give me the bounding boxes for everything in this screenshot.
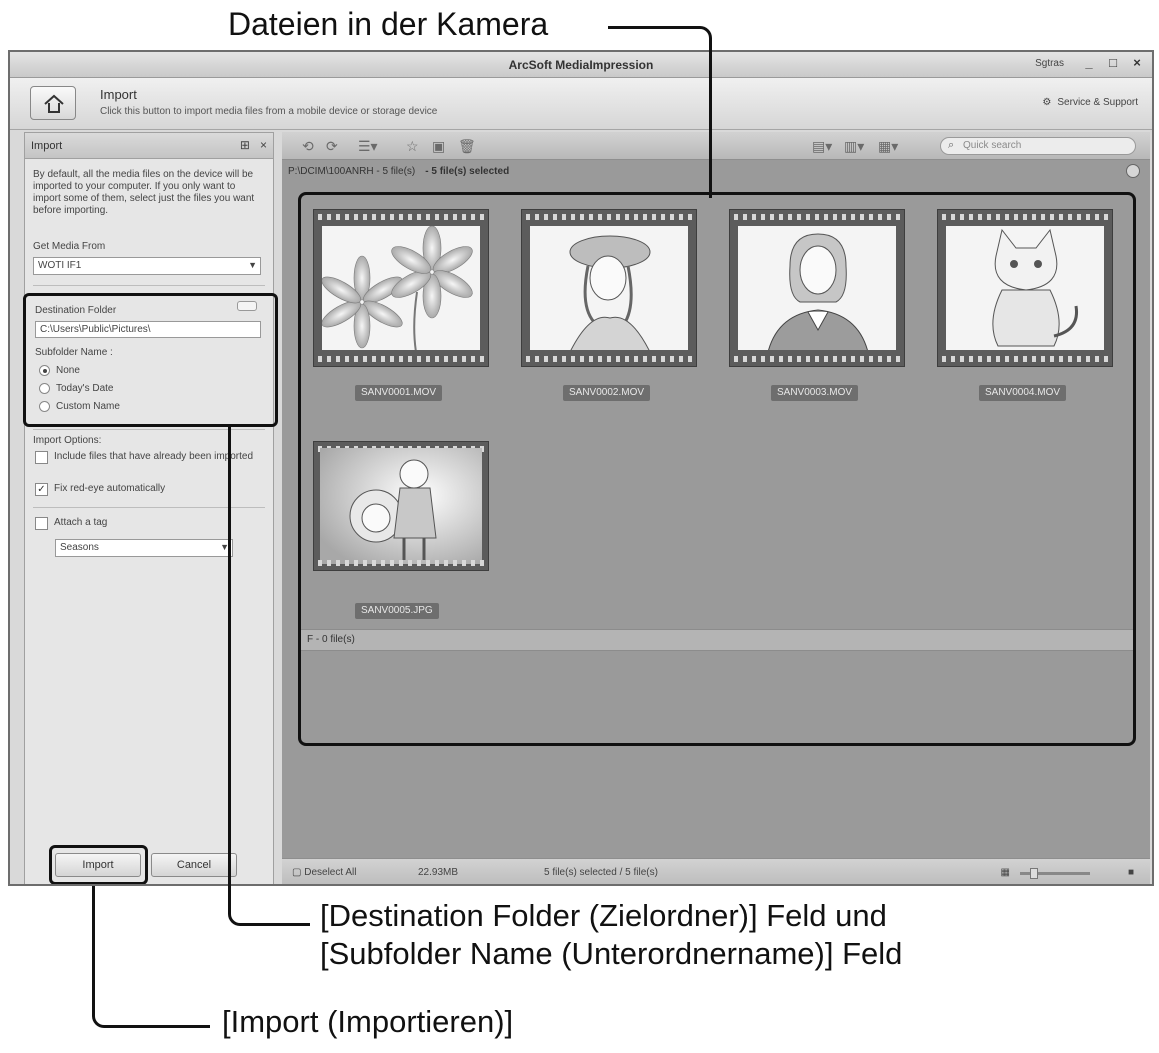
divider (33, 285, 265, 286)
folder-fields-highlight (23, 293, 278, 427)
folder-breadcrumb: P:\DCIM\100ANRH - 5 file(s) - 5 file(s) s… (288, 166, 509, 177)
get-media-label: Get Media From (33, 241, 106, 252)
callout-import-button: [Import (Importieren)] (222, 1004, 514, 1039)
module-header: Import Click this button to import media… (10, 78, 1152, 130)
attach-tag-label: Attach a tag (54, 517, 108, 528)
total-size: 22.93MB (418, 867, 459, 878)
leader-camera-files (608, 26, 712, 198)
folder-path: P:\DCIM\100ANRH - 5 file(s) (288, 166, 416, 177)
thumbnail-image (946, 226, 1104, 350)
callout-folder-fields-line2: [Subfolder Name (Unterordnername)] Feld (320, 936, 903, 971)
import-description: By default, all the media files on the d… (33, 169, 255, 216)
app-title: ArcSoft MediaImpression (508, 58, 654, 72)
import-panel-header: Import ⊞ × (25, 133, 273, 159)
selection-summary: - 5 file(s) selected (425, 166, 510, 177)
rotate-right-icon[interactable]: ⟳ (326, 138, 338, 155)
leader-folder-fields (228, 424, 310, 926)
file-thumbnail[interactable] (729, 209, 905, 367)
large-view-icon[interactable]: ■ (1128, 867, 1134, 878)
deselect-all-label: Deselect All (304, 867, 357, 878)
user-name: Sgtras (1035, 57, 1064, 69)
checkmark-icon: ✓ (35, 483, 48, 496)
selection-status: 5 file(s) selected / 5 file(s) (544, 867, 658, 878)
file-name[interactable]: SANV0005.JPG (355, 603, 439, 619)
file-thumbnail[interactable] (521, 209, 697, 367)
import-panel-title: Import (31, 140, 63, 152)
module-title: Import (100, 87, 137, 102)
minimize-icon[interactable]: _ (1082, 56, 1096, 70)
star-icon[interactable]: ☆ (406, 138, 419, 155)
title-bar: ArcSoft MediaImpression Sgtras _ □ × (10, 52, 1152, 78)
support-icon: ⚙ (1042, 97, 1052, 108)
window-controls: Sgtras _ □ × (1035, 56, 1144, 70)
file-name[interactable]: SANV0003.MOV (771, 385, 859, 401)
option-label: Fix red-eye automatically (54, 483, 166, 494)
panel-header-icons: ⊞ × (240, 138, 267, 152)
checkbox-icon (35, 451, 48, 464)
maximize-icon[interactable]: □ (1106, 56, 1120, 70)
cancel-button[interactable]: Cancel (151, 853, 237, 877)
filter-menu-icon[interactable]: ▥▾ (844, 138, 864, 155)
trash-icon[interactable]: 🗑 (458, 138, 476, 155)
file-thumbnail[interactable] (313, 441, 489, 571)
dock-icon[interactable]: ⊞ (240, 138, 250, 152)
panel-close-icon[interactable]: × (260, 138, 267, 152)
home-button[interactable] (30, 86, 76, 120)
checkbox-icon (35, 517, 48, 530)
search-icon: ⌕ (948, 139, 955, 151)
file-name[interactable]: SANV0004.MOV (979, 385, 1067, 401)
thumbnail-image (322, 226, 480, 350)
search-placeholder: Quick search (963, 140, 1022, 151)
app-window: ArcSoft MediaImpression Sgtras _ □ × Imp… (8, 50, 1154, 886)
option-attach-tag[interactable]: Attach a tag (35, 517, 107, 530)
thumbnail-image (530, 226, 688, 350)
grid-view-icon[interactable]: ▦ (1001, 867, 1010, 878)
thumbnail-size-slider[interactable] (1020, 868, 1090, 879)
file-name[interactable]: SANV0001.MOV (355, 385, 443, 401)
thumbnail-image (738, 226, 896, 350)
option-label: Include files that have already been imp… (54, 451, 254, 462)
callout-camera-files: Dateien in der Kamera (228, 6, 549, 42)
status-bar: ▢ Deselect All 22.93MB 5 file(s) selecte… (282, 858, 1150, 884)
media-toolbar: ⟲ ⟳ ☰▾ ☆ ▣ 🗑 ▤▾ ▥▾ ▦▾ ⌕ Quick search (282, 132, 1150, 160)
media-browser: ⟲ ⟳ ☰▾ ☆ ▣ 🗑 ▤▾ ▥▾ ▦▾ ⌕ Quick search P:\… (282, 132, 1150, 884)
slider-knob[interactable] (1030, 868, 1038, 879)
import-button-highlight (49, 845, 148, 884)
rotate-left-icon[interactable]: ⟲ (302, 138, 314, 155)
close-icon[interactable]: × (1130, 56, 1144, 70)
import-options-label: Import Options: (33, 435, 102, 446)
leader-import-button (92, 886, 210, 1028)
service-support-link[interactable]: ⚙ Service & Support (1042, 97, 1138, 108)
support-label: Service & Support (1057, 97, 1138, 108)
callout-folder-fields-line1: [Destination Folder (Zielordner)] Feld u… (320, 898, 887, 933)
sort-menu-icon[interactable]: ▤▾ (812, 138, 832, 155)
save-icon[interactable]: ▣ (432, 138, 445, 155)
quick-search-input[interactable]: ⌕ Quick search (940, 137, 1136, 155)
file-name[interactable]: SANV0002.MOV (563, 385, 651, 401)
get-media-value: WOTI IF1 (38, 260, 82, 271)
file-thumbnail[interactable] (313, 209, 489, 367)
file-thumbnail[interactable] (937, 209, 1113, 367)
get-media-select[interactable]: WOTI IF1 ▼ (33, 257, 261, 275)
layout-menu-icon[interactable]: ▦▾ (878, 138, 898, 155)
file-group-header[interactable]: F - 0 file(s) (301, 629, 1133, 651)
module-subtitle: Click this button to import media files … (100, 106, 438, 117)
view-menu-icon[interactable]: ☰▾ (358, 138, 378, 155)
tag-value: Seasons (60, 542, 99, 553)
thumbnail-image (320, 448, 482, 564)
collapse-icon[interactable] (1126, 164, 1140, 178)
chevron-down-icon: ▼ (248, 260, 257, 270)
tag-select[interactable]: Seasons ▼ (55, 539, 233, 557)
camera-files-grid: SANV0001.MOV SANV0002.MOV SANV0003.MOV S… (298, 192, 1136, 746)
home-icon (44, 94, 64, 113)
